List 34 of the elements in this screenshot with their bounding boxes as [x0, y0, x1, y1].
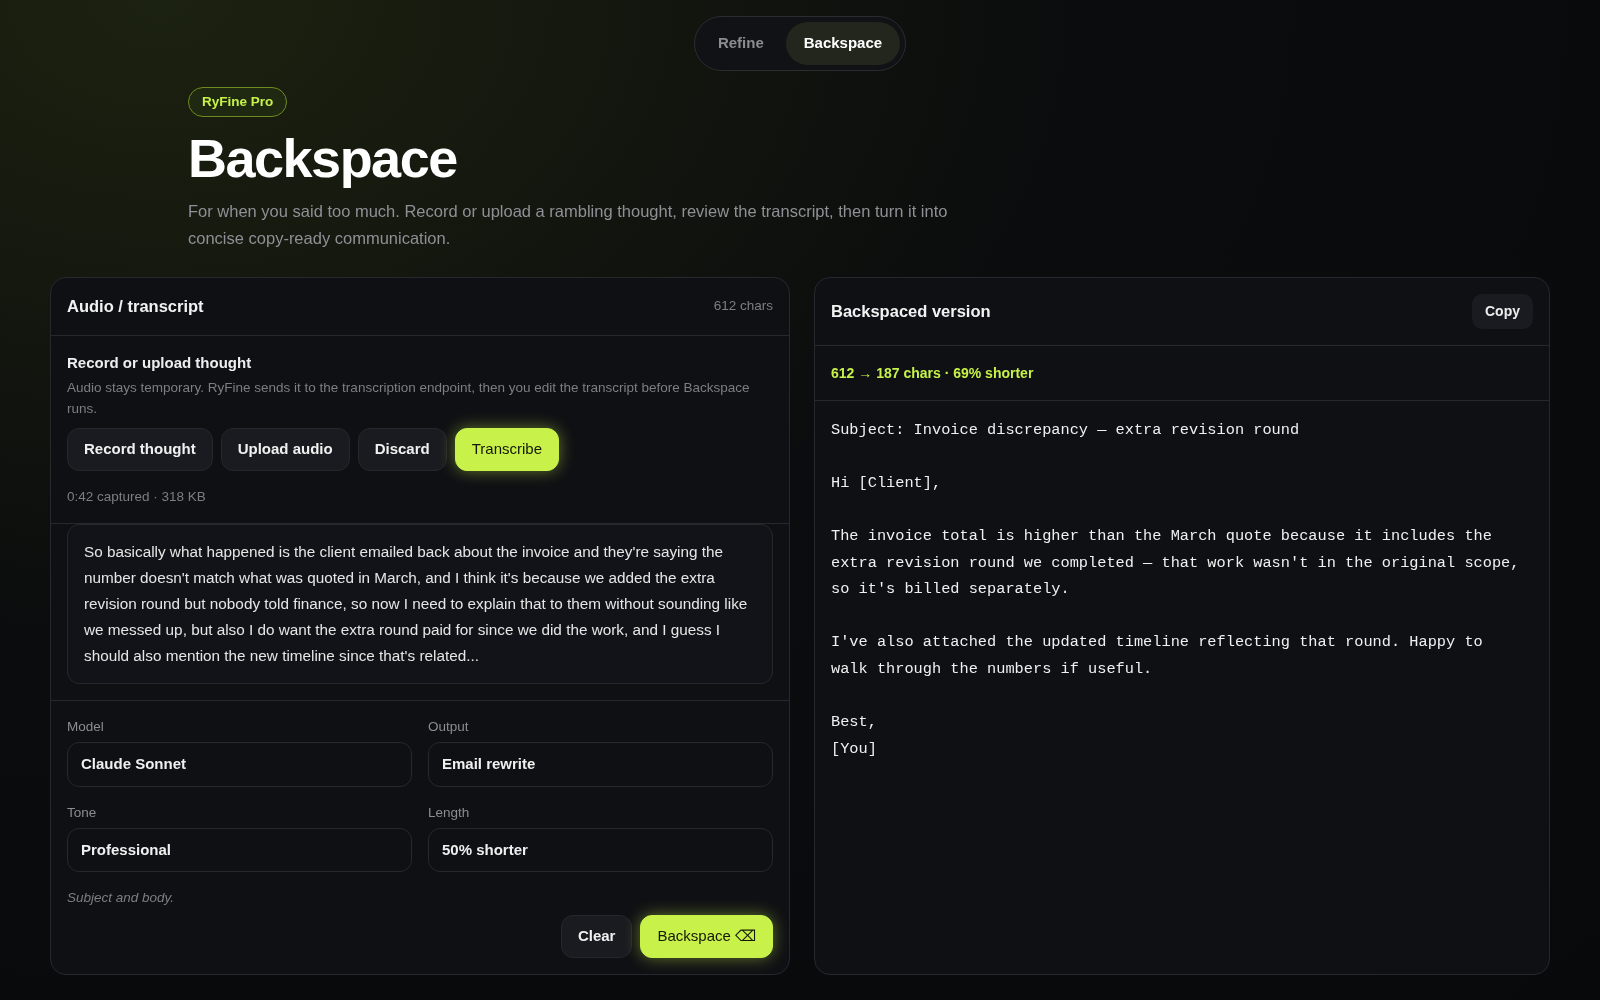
output-paragraph: Subject: Invoice discrepancy — extra revision round — [831, 420, 1301, 442]
panel-title: Backspaced version — [831, 301, 991, 323]
action-button[interactable]: Upload audio — [220, 428, 350, 471]
page-description: For when you said too much. Record or upload a rambling thought, review the transcript, then turn it into concise copy-ready communication. — [188, 201, 949, 249]
copy-button[interactable]: Copy — [1472, 293, 1533, 329]
output-paragraph: Hi [Client], — [831, 473, 943, 495]
field-label: Tone — [67, 803, 98, 822]
action-button[interactable]: Discard — [357, 428, 447, 471]
output-paragraph: Best, [You] — [831, 711, 878, 760]
select-field[interactable]: 50% shorter — [428, 827, 773, 873]
field-label: Output — [428, 717, 470, 736]
action-button[interactable]: Clear — [560, 915, 633, 958]
select-field[interactable]: Claude Sonnet — [67, 742, 412, 787]
transcript-field[interactable]: So basically what happened is the client emailed back about the invoice and they're saying the number doesn't match what was quoted in March, and I think it's because we added the extra revision round but nobody told finance, so now I need to explain that to them without sounding like we messed up, but also I do want the extra round paid for since we did the work, and I guess I should also mention the new timeline since that's related... — [67, 523, 773, 684]
capture-status: 0:42 captured · 318 KB — [67, 487, 207, 506]
panel-title: Audio / transcript — [67, 295, 204, 317]
plan-badge: RyFine Pro — [188, 86, 288, 117]
select-field[interactable]: Email rewrite — [428, 742, 773, 787]
output-hint: Subject and body. — [67, 889, 176, 908]
char-count: 612 chars — [713, 297, 773, 316]
page-title: Backspace — [188, 128, 458, 189]
section-note: Audio stays temporary. RyFine sends it to the transcription endpoint, then you edit the transcript before Backspace runs. — [67, 379, 751, 419]
output-paragraph: The invoice total is higher than the March quote because it includes the extra revision round we completed — that work wasn't in the original scope, so it's billed separately. — [831, 525, 1521, 601]
section-heading: Record or upload thought — [67, 352, 253, 373]
field-label: Length — [428, 803, 471, 822]
reduction-stats: 612 → 187 chars · 69% shorter — [831, 364, 1034, 381]
action-button[interactable]: Record thought — [67, 428, 213, 471]
action-button[interactable]: Backspace ⌫ — [640, 915, 773, 958]
output-paragraph: I've also attached the updated timeline reflecting that round. Happy to walk through the numbers if useful. — [831, 632, 1484, 680]
select-field[interactable]: Professional — [67, 827, 412, 873]
field-label: Model — [67, 717, 105, 736]
mode-tab[interactable]: Refine — [699, 22, 782, 65]
mode-tab[interactable]: Backspace — [785, 22, 901, 65]
action-button[interactable]: Transcribe — [454, 428, 559, 471]
